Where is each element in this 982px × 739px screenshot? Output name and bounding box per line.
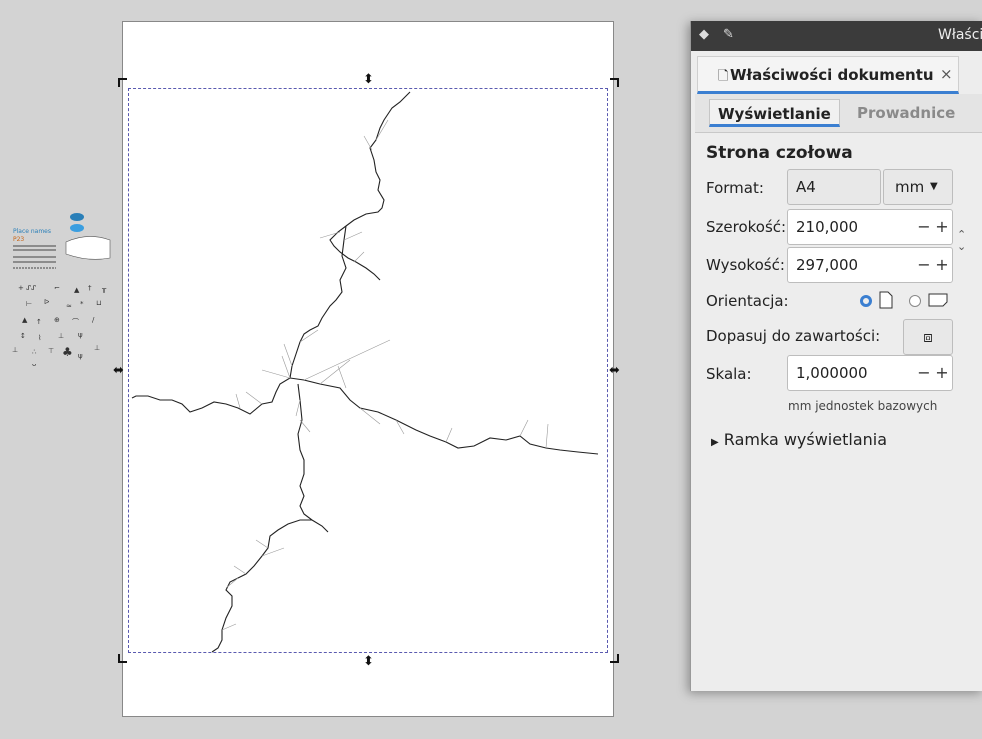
svg-text:▲: ▲: [22, 316, 28, 324]
svg-text:†: †: [88, 284, 92, 292]
scale-increment-button[interactable]: +: [934, 356, 950, 390]
scale-handle-right[interactable]: ⬌: [609, 364, 620, 377]
svg-text:▲: ▲: [74, 286, 80, 294]
svg-text:⊕: ⊕: [54, 316, 60, 324]
svg-text:⊥: ⊥: [94, 344, 100, 352]
svg-text:⌒: ⌒: [72, 318, 79, 326]
svg-text:ᐅ: ᐅ: [44, 298, 49, 306]
height-value: 297,000: [796, 256, 859, 274]
selection-bbox: [128, 88, 608, 653]
height-decrement-button[interactable]: −: [916, 248, 932, 282]
unit-select[interactable]: mm ▼: [883, 169, 953, 205]
section-title: Strona czołowa: [706, 143, 853, 163]
dock-titlebar[interactable]: ◆ ✎ Właści: [691, 21, 982, 51]
symbols-label-code: P23: [13, 236, 25, 243]
fit-to-content-button[interactable]: ⧈: [903, 319, 953, 355]
document-icon: 🗋: [718, 69, 729, 84]
chevron-right-icon: ▶: [711, 437, 719, 448]
svg-text:*: *: [80, 300, 84, 308]
svg-text:/: /: [92, 316, 95, 324]
scale-handle-corner-tr[interactable]: [610, 78, 619, 87]
tab-label: Właściwości dokumentu: [730, 66, 934, 84]
scale-decrement-button[interactable]: −: [916, 356, 932, 390]
symbols-label-place-names: Place names: [13, 228, 52, 235]
svg-text:⌐: ⌐: [54, 284, 60, 292]
portrait-radio[interactable]: [860, 295, 872, 307]
svg-text:∴: ∴: [32, 348, 37, 356]
width-decrement-button[interactable]: −: [916, 210, 932, 244]
landscape-radio[interactable]: [909, 295, 921, 307]
svg-text:ψ: ψ: [78, 331, 83, 339]
svg-text:⊢: ⊢: [26, 300, 32, 308]
tab-document-properties[interactable]: 🗋 Właściwości dokumentu ×: [697, 56, 959, 94]
svg-text:⊤: ⊤: [48, 347, 54, 355]
scale-handle-corner-tl[interactable]: [118, 78, 127, 87]
viewbox-expander-label: Ramka wyświetlania: [723, 430, 888, 449]
viewbox-expander[interactable]: ▶ Ramka wyświetlania: [711, 430, 887, 449]
scale-handle-bottom[interactable]: ⬍: [363, 655, 374, 668]
format-select[interactable]: A4: [787, 169, 881, 205]
dock-icon: ◆: [699, 27, 709, 42]
width-increment-button[interactable]: +: [934, 210, 950, 244]
svg-text:⊥: ⊥: [12, 346, 18, 354]
scale-handle-top[interactable]: ⬍: [363, 73, 374, 86]
document-properties-panel: ◆ ✎ Właści 🗋 Właściwości dokumentu × Wyś…: [690, 21, 982, 691]
scale-handle-corner-bl[interactable]: [118, 654, 127, 663]
chain-link-icon[interactable]: ⌃ ⌄: [957, 229, 966, 253]
format-label: Format:: [706, 179, 764, 197]
svg-text:≈: ≈: [66, 302, 72, 310]
scale-value: 1,000000: [796, 364, 868, 382]
svg-text:↑: ↑: [36, 318, 42, 326]
window-title: Właści: [938, 27, 982, 43]
chevron-down-icon: ▼: [930, 181, 938, 192]
close-tab-icon[interactable]: ×: [940, 65, 953, 83]
pin-icon[interactable]: ✎: [723, 27, 734, 42]
landscape-page-icon: [928, 293, 948, 307]
tab-guides[interactable]: Prowadnice: [849, 99, 963, 127]
svg-text:+ ᔑᔑ: + ᔑᔑ: [18, 284, 36, 292]
width-field[interactable]: 210,000 − +: [787, 209, 953, 245]
scale-field[interactable]: 1,000000 − +: [787, 355, 953, 391]
svg-text:⊥: ⊥: [58, 332, 64, 340]
fit-page-icon: ⧈: [923, 328, 933, 346]
subtab-bar: Wyświetlanie Prowadnice: [695, 94, 982, 133]
svg-text:↕: ↕: [20, 332, 26, 340]
svg-text:ᴗ: ᴗ: [32, 360, 36, 368]
unit-select-label: mm: [895, 178, 925, 196]
tab-display[interactable]: Wyświetlanie: [709, 99, 840, 127]
svg-text:╥: ╥: [101, 285, 107, 293]
width-label: Szerokość:: [706, 218, 787, 236]
fit-label: Dopasuj do zawartości:: [706, 327, 881, 345]
portrait-page-icon: [879, 291, 893, 309]
scale-handle-corner-br[interactable]: [610, 654, 619, 663]
orientation-label: Orientacja:: [706, 292, 789, 310]
symbol-sheet[interactable]: + ᔑᔑ ⌐ ▲ † ╥ ⊢ ᐅ ≈ * ⊔ ▲ ↑ ⊕ ⌒ / ↕ ⌇ ⊥ ψ ⊥ ∴ ⊤ ♣ ⊥ ψ ᴗ Place…: [8, 210, 116, 370]
svg-text:⌇: ⌇: [38, 334, 41, 342]
svg-text:ψ: ψ: [78, 352, 83, 360]
height-field[interactable]: 297,000 − +: [787, 247, 953, 283]
height-increment-button[interactable]: +: [934, 248, 950, 282]
scale-label: Skala:: [706, 365, 752, 383]
width-value: 210,000: [796, 218, 859, 236]
scale-units-note: mm jednostek bazowych: [788, 399, 938, 413]
svg-text:⊔: ⊔: [96, 299, 101, 307]
svg-text:♣: ♣: [62, 345, 73, 359]
height-label: Wysokość:: [706, 256, 785, 274]
